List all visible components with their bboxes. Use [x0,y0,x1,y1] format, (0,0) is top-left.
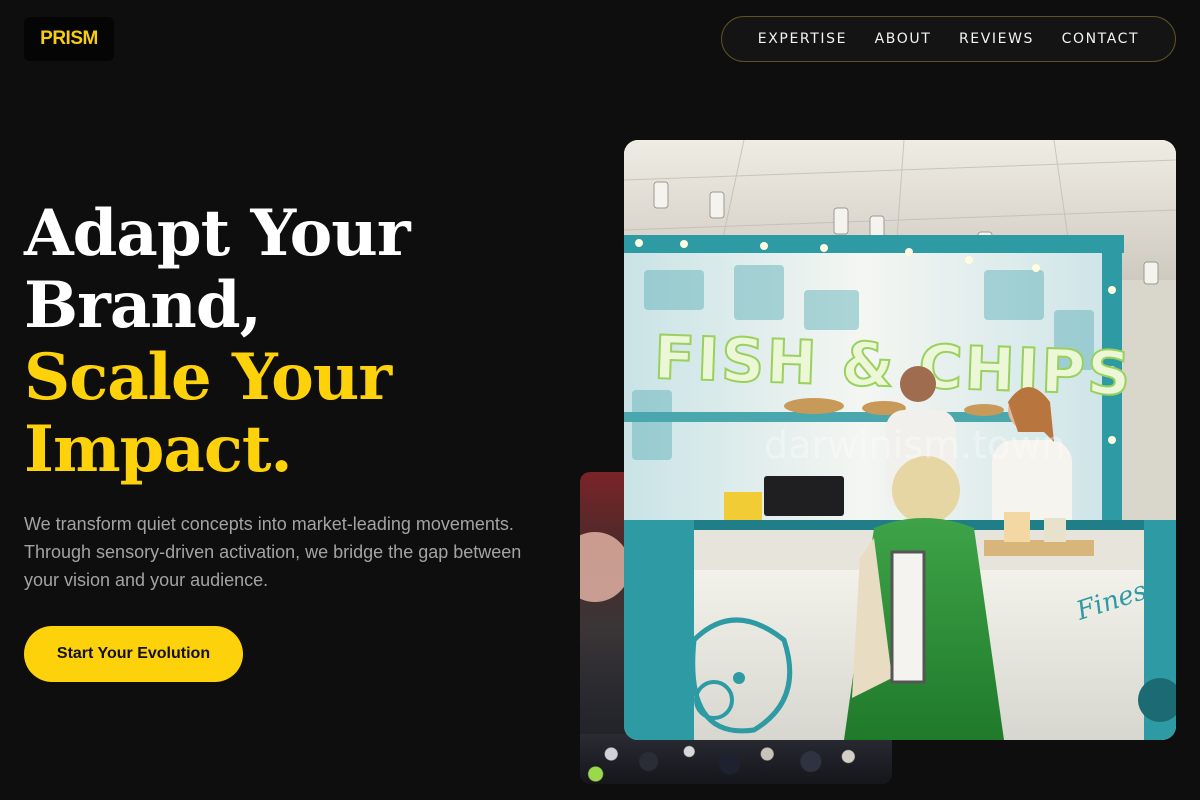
kiosk-photo: FISH & CHIPS Finest in London [624,140,1176,740]
headline-line-4: Impact. [24,412,293,487]
nav-link-contact[interactable]: CONTACT [1062,31,1140,47]
crowd-shape [580,734,892,784]
start-evolution-button[interactable]: Start Your Evolution [24,626,243,682]
headline-line-2: Brand, [24,268,262,343]
kiosk-illustration: FISH & CHIPS Finest in London [624,140,1176,740]
watermark: darwinism.town [764,423,1066,467]
hand-shape [580,532,630,602]
nav-link-expertise[interactable]: EXPERTISE [758,31,847,47]
headline-line-3: Scale Your [24,340,392,415]
nav-link-about[interactable]: ABOUT [875,31,932,47]
brand-logo[interactable]: PRISM [24,17,114,61]
hero-headline: Adapt Your Brand, Scale Your Impact. [24,198,584,486]
nav-link-reviews[interactable]: REVIEWS [959,31,1034,47]
headline-line-1: Adapt Your [24,196,411,271]
hero-subtext: We transform quiet concepts into market-… [24,514,522,590]
main-nav: EXPERTISE ABOUT REVIEWS CONTACT [721,16,1176,62]
